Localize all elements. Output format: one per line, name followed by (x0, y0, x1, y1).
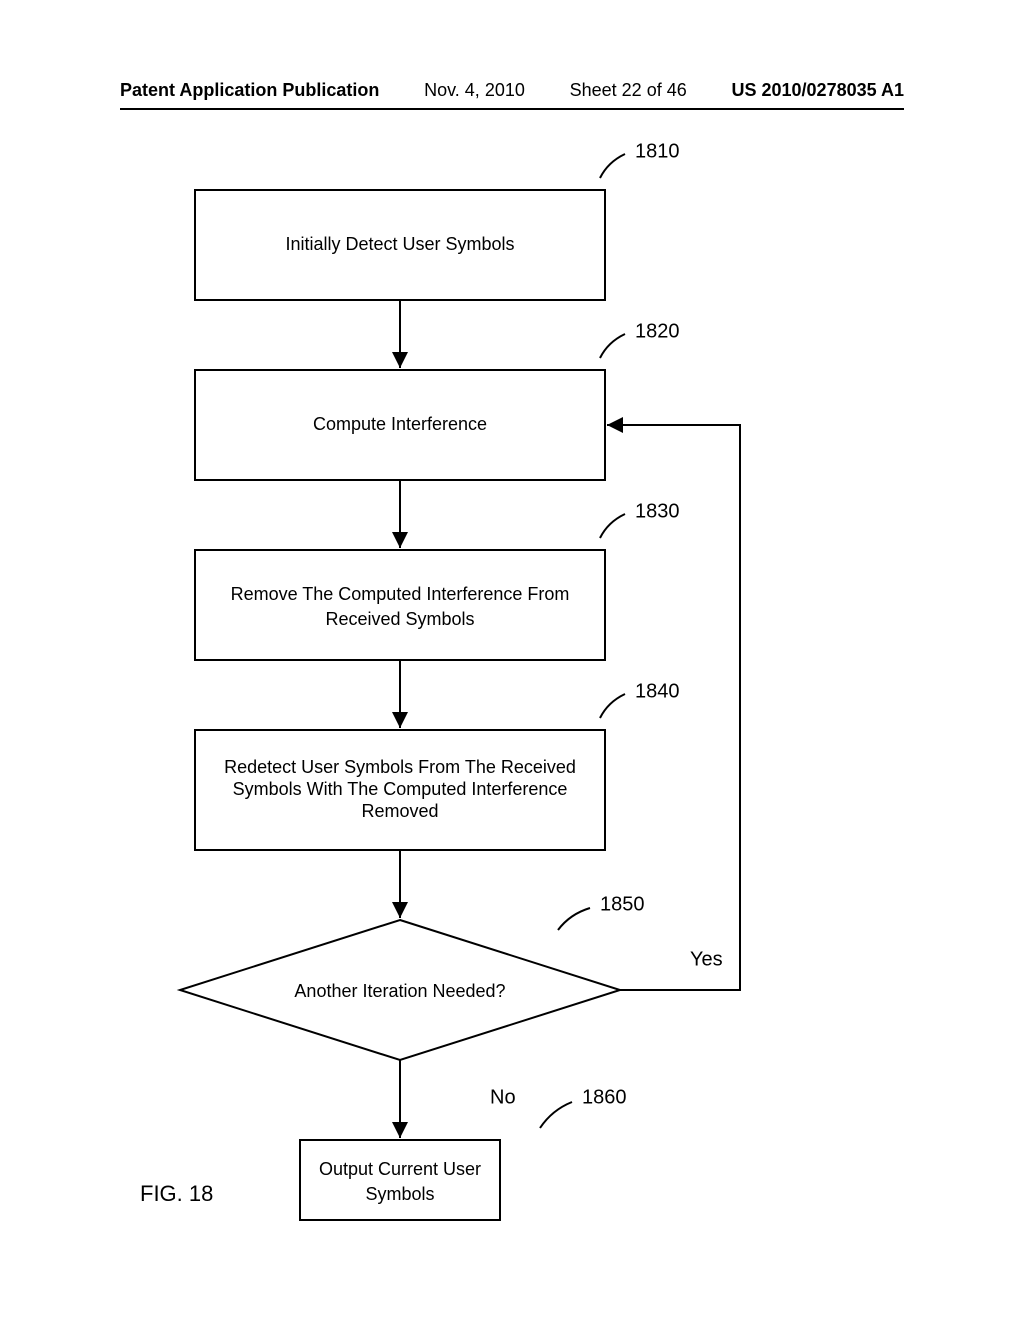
figure-label: FIG. 18 (140, 1181, 213, 1206)
ref-label-1830: 1830 (635, 500, 680, 522)
edge-no: No (400, 1060, 516, 1138)
flow-block-text: Redetect User Symbols From The Received (224, 757, 576, 777)
ref-label-1860: 1860 (582, 1086, 627, 1108)
flow-decision-text: Another Iteration Needed? (294, 981, 505, 1001)
header-rule (120, 108, 904, 110)
publication-date: Nov. 4, 2010 (424, 80, 525, 101)
document-number: US 2010/0278035 A1 (732, 80, 904, 101)
flow-block-1810: Initially Detect User Symbols 1810 (195, 140, 680, 300)
flow-block-text: Compute Interference (313, 414, 487, 434)
publication-label: Patent Application Publication (120, 80, 379, 101)
ref-label-1850: 1850 (600, 893, 645, 915)
page-header: Patent Application Publication Nov. 4, 2… (120, 80, 904, 101)
ref-label-1820: 1820 (635, 320, 680, 342)
flow-block-text: Initially Detect User Symbols (285, 234, 514, 254)
flow-block-text: Received Symbols (325, 609, 474, 629)
sheet-number: Sheet 22 of 46 (570, 80, 687, 101)
flowchart-svg: Initially Detect User Symbols 1810 Compu… (0, 130, 1024, 1300)
flow-block-text: Removed (361, 801, 438, 821)
ref-label-1840: 1840 (635, 680, 680, 702)
flow-block-1860: Output Current User Symbols 1860 (300, 1086, 627, 1220)
flow-decision-1850: Another Iteration Needed? 1850 (180, 893, 645, 1060)
edge-yes-label: Yes (690, 948, 723, 970)
flow-block-text: Output Current User (319, 1159, 481, 1179)
ref-label-1810: 1810 (635, 140, 680, 162)
flow-block-1840: Redetect User Symbols From The Received … (195, 680, 680, 850)
flow-block-1820: Compute Interference 1820 (195, 320, 680, 480)
flow-block-text: Symbols (365, 1184, 434, 1204)
flow-block-text: Remove The Computed Interference From (231, 584, 570, 604)
edge-no-label: No (490, 1086, 516, 1108)
flow-block-text: Symbols With The Computed Interference (233, 779, 568, 799)
flow-block-1830: Remove The Computed Interference From Re… (195, 500, 680, 660)
page: Patent Application Publication Nov. 4, 2… (0, 0, 1024, 1320)
